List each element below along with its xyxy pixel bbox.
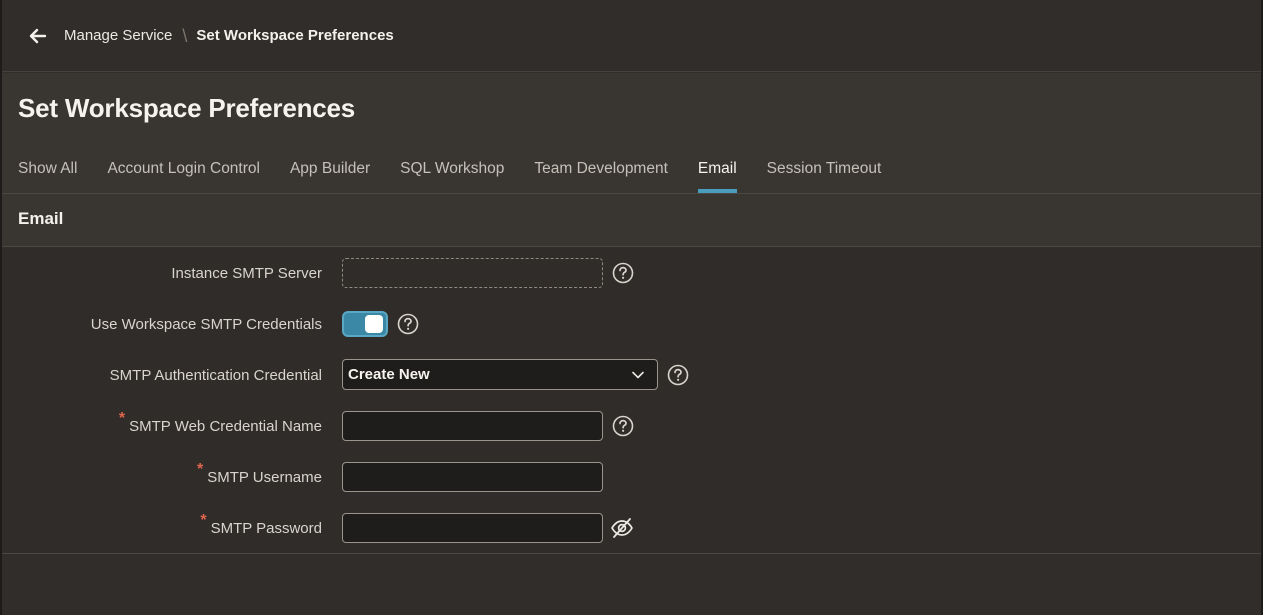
email-region-header: Email xyxy=(2,194,1261,247)
tab-account-login-control[interactable]: Account Login Control xyxy=(107,148,260,193)
smtp-username-row: * SMTP Username xyxy=(2,461,1261,493)
use-workspace-smtp-credentials-toggle[interactable] xyxy=(342,311,388,337)
page-title: Set Workspace Preferences xyxy=(18,93,356,123)
page-footer-area xyxy=(2,555,1261,615)
breadcrumb-parent-link[interactable]: Manage Service xyxy=(64,27,172,44)
smtp-web-credential-name-label: SMTP Web Credential Name xyxy=(129,417,322,435)
tab-email[interactable]: Email xyxy=(697,148,737,193)
smtp-web-credential-name-field[interactable] xyxy=(342,411,603,441)
breadcrumb-separator: \ xyxy=(182,25,188,46)
tab-session-timeout[interactable]: Session Timeout xyxy=(767,148,882,193)
page-header: Set Workspace Preferences Show All Accou… xyxy=(2,73,1261,194)
required-indicator: * xyxy=(197,461,204,478)
smtp-password-label: SMTP Password xyxy=(210,519,322,537)
help-circle-icon[interactable] xyxy=(397,313,419,335)
help-circle-icon[interactable] xyxy=(612,415,634,437)
tab-bar: Show All Account Login Control App Build… xyxy=(18,148,911,193)
app-frame: Manage Service \ Set Workspace Preferenc… xyxy=(0,0,1263,615)
toggle-knob xyxy=(365,315,383,333)
region-title: Email xyxy=(18,209,64,228)
required-indicator: * xyxy=(200,512,207,529)
chevron-down-icon xyxy=(631,368,645,382)
use-workspace-smtp-credentials-row: Use Workspace SMTP Credentials xyxy=(2,308,1261,340)
smtp-password-row: * SMTP Password xyxy=(2,512,1261,544)
required-indicator: * xyxy=(118,410,126,427)
smtp-username-label: SMTP Username xyxy=(207,468,322,486)
smtp-web-credential-name-label-wrap: * SMTP Web Credential Name xyxy=(119,410,322,442)
use-workspace-smtp-credentials-label-wrap: Use Workspace SMTP Credentials xyxy=(91,308,322,340)
tab-sql-workshop[interactable]: SQL Workshop xyxy=(400,148,504,193)
breadcrumb-current: Set Workspace Preferences xyxy=(196,27,394,44)
use-workspace-smtp-credentials-label: Use Workspace SMTP Credentials xyxy=(90,315,322,333)
smtp-password-label-wrap: * SMTP Password xyxy=(200,512,322,544)
eye-slash-icon[interactable] xyxy=(610,517,634,539)
tab-team-development[interactable]: Team Development xyxy=(534,148,668,193)
help-circle-icon[interactable] xyxy=(667,364,689,386)
breadcrumb: Manage Service \ Set Workspace Preferenc… xyxy=(2,0,1261,72)
instance-smtp-server-label-wrap: Instance SMTP Server xyxy=(171,257,322,289)
instance-smtp-server-label: Instance SMTP Server xyxy=(171,264,322,282)
smtp-authentication-credential-row: SMTP Authentication Credential Create Ne… xyxy=(2,359,1261,391)
select-value: Create New xyxy=(348,366,430,383)
tab-app-builder[interactable]: App Builder xyxy=(290,148,370,193)
instance-smtp-server-field[interactable] xyxy=(342,258,603,288)
smtp-authentication-credential-label: SMTP Authentication Credential xyxy=(109,366,322,384)
smtp-username-field[interactable] xyxy=(342,462,603,492)
smtp-web-credential-name-row: * SMTP Web Credential Name xyxy=(2,410,1261,442)
email-form: Instance SMTP Server Use Workspace SMTP … xyxy=(2,247,1261,554)
instance-smtp-server-row: Instance SMTP Server xyxy=(2,257,1261,289)
tab-show-all[interactable]: Show All xyxy=(18,148,77,193)
arrow-left-icon[interactable] xyxy=(28,26,48,46)
smtp-password-field[interactable] xyxy=(342,513,603,543)
help-circle-icon[interactable] xyxy=(612,262,634,284)
smtp-authentication-credential-label-wrap: SMTP Authentication Credential xyxy=(110,359,322,391)
smtp-username-label-wrap: * SMTP Username xyxy=(197,461,322,493)
smtp-authentication-credential-select[interactable]: Create New xyxy=(342,359,658,390)
